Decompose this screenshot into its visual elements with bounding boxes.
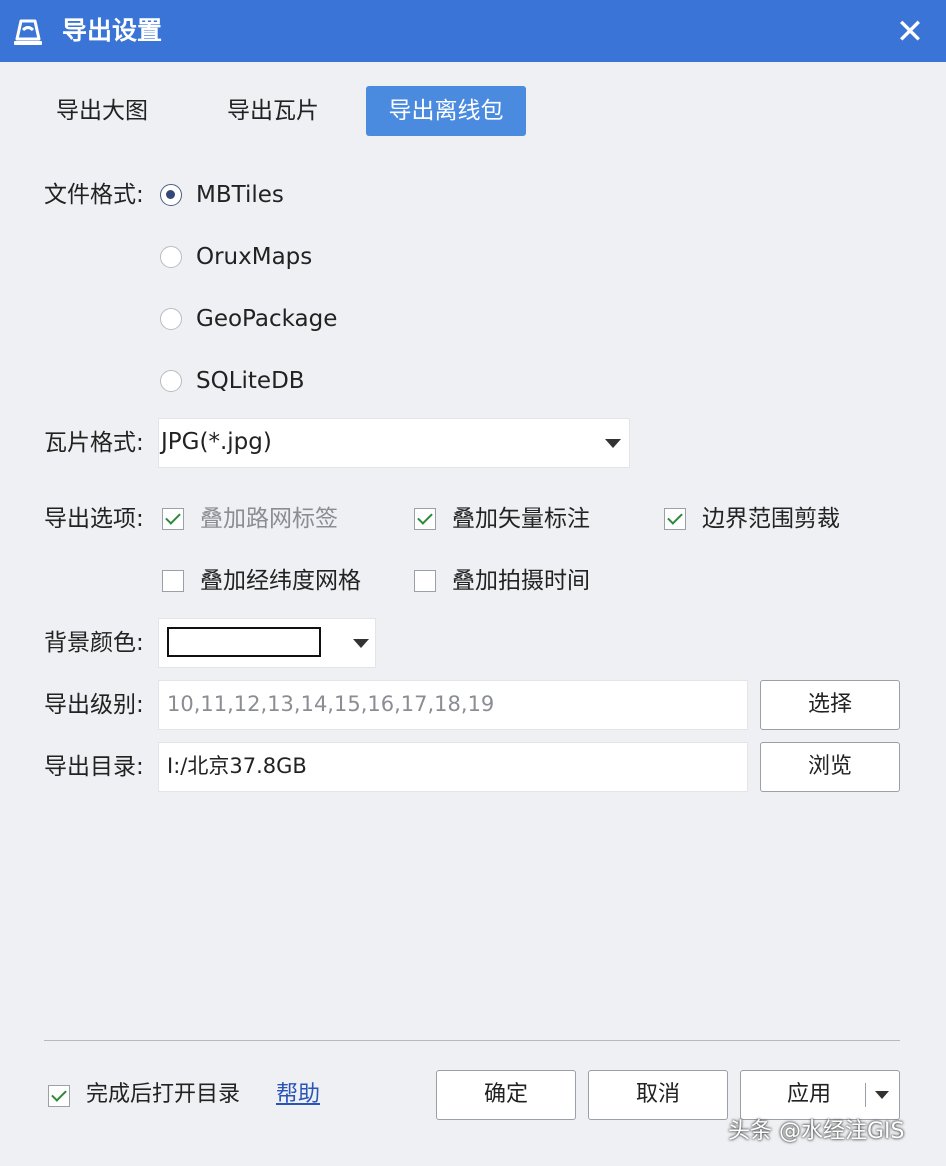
cancel-button[interactable]: 取消: [588, 1070, 728, 1120]
radio-geopackage[interactable]: [160, 308, 182, 330]
tile-format-select[interactable]: JPG(*.jpg): [158, 418, 630, 468]
background-color-label: 背景颜色:: [44, 630, 144, 656]
watermark: 头条 @水经注GIS: [728, 1119, 905, 1144]
export-settings-dialog: 导出设置 ✕ 导出大图 导出瓦片 导出离线包 文件格式: MBTiles Oru…: [0, 0, 946, 1166]
file-format-label: 文件格式:: [44, 182, 144, 208]
footer-divider: [44, 1040, 900, 1041]
checkbox-boundary-clip[interactable]: [664, 508, 686, 530]
checkbox-vector-annotation[interactable]: [414, 508, 436, 530]
tab-export-tiles[interactable]: 导出瓦片: [214, 86, 332, 136]
checkbox-lat-lon-grid[interactable]: [162, 570, 184, 592]
chevron-down-icon: [353, 639, 369, 648]
help-link[interactable]: 帮助: [276, 1080, 320, 1110]
checkbox-capture-time[interactable]: [414, 570, 436, 592]
tab-export-offline-package[interactable]: 导出离线包: [366, 86, 526, 136]
export-levels-label: 导出级别:: [44, 692, 144, 718]
checkbox-capture-time-label[interactable]: 叠加拍摄时间: [452, 566, 590, 596]
app-logo-icon: [14, 19, 42, 45]
chevron-down-icon[interactable]: [875, 1091, 889, 1099]
title-bar[interactable]: 导出设置 ✕: [0, 0, 946, 62]
ok-button[interactable]: 确定: [436, 1070, 576, 1120]
window-title: 导出设置: [62, 16, 163, 45]
checkbox-lat-lon-grid-label[interactable]: 叠加经纬度网格: [200, 566, 361, 596]
checkbox-open-dir-after[interactable]: [48, 1085, 70, 1107]
browse-button[interactable]: 浏览: [760, 742, 900, 792]
radio-mbtiles-label[interactable]: MBTiles: [196, 180, 284, 210]
close-icon: ✕: [895, 12, 925, 52]
select-levels-button[interactable]: 选择: [760, 680, 900, 730]
apply-split-button[interactable]: 应用: [740, 1070, 900, 1120]
radio-geopackage-label[interactable]: GeoPackage: [196, 304, 337, 334]
check-icon: [51, 1086, 67, 1102]
checkbox-road-labels-label[interactable]: 叠加路网标签: [200, 504, 338, 534]
close-button[interactable]: ✕: [888, 12, 932, 52]
tile-format-value: JPG(*.jpg): [161, 429, 272, 455]
background-color-picker[interactable]: [158, 618, 376, 668]
radio-mbtiles[interactable]: [160, 184, 182, 206]
radio-oruxmaps[interactable]: [160, 246, 182, 268]
check-icon: [667, 509, 683, 525]
export-dir-field[interactable]: I:/北京37.8GB: [158, 742, 748, 792]
open-dir-after-label[interactable]: 完成后打开目录: [86, 1080, 240, 1110]
radio-oruxmaps-label[interactable]: OruxMaps: [196, 242, 312, 272]
checkbox-boundary-clip-label[interactable]: 边界范围剪裁: [702, 504, 840, 534]
tab-export-large-image[interactable]: 导出大图: [44, 86, 160, 136]
color-swatch: [167, 627, 321, 657]
export-dir-label: 导出目录:: [44, 754, 144, 780]
checkbox-road-labels[interactable]: [162, 508, 184, 530]
radio-sqlitedb[interactable]: [160, 370, 182, 392]
tile-format-label: 瓦片格式:: [44, 430, 144, 456]
split-divider: [865, 1083, 866, 1107]
check-icon: [165, 509, 181, 525]
radio-sqlitedb-label[interactable]: SQLiteDB: [196, 366, 305, 396]
apply-button[interactable]: 应用: [741, 1071, 877, 1119]
export-options-label: 导出选项:: [44, 506, 144, 532]
check-icon: [417, 509, 433, 525]
chevron-down-icon: [605, 439, 621, 448]
export-levels-field[interactable]: 10,11,12,13,14,15,16,17,18,19: [158, 680, 748, 730]
checkbox-vector-annotation-label[interactable]: 叠加矢量标注: [452, 504, 590, 534]
